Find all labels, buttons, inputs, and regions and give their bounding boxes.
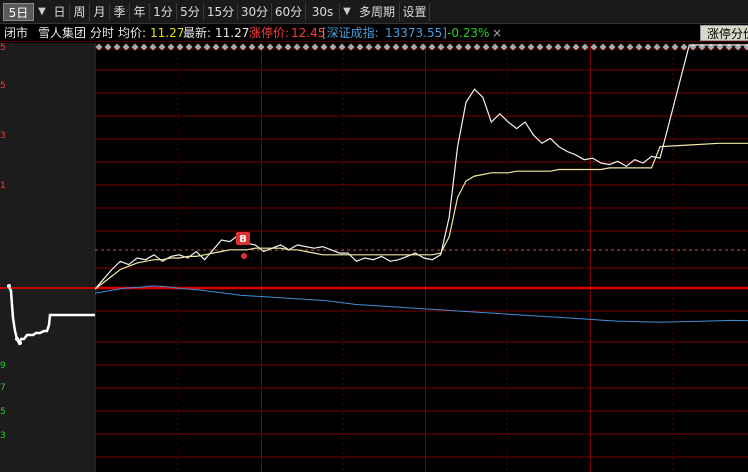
intraday-chart-svg: B — [94, 43, 748, 472]
avg-price-line — [94, 142, 748, 290]
period-toolbar: 5日 ▼ 日 周 月 季 年 1分 5分 15分 30分 60分 30s ▼ 多… — [0, 0, 748, 24]
previous-session-chart — [0, 284, 95, 346]
period-30s-button[interactable]: 30s — [306, 3, 340, 21]
period-15min-button[interactable]: 15分 — [204, 3, 238, 21]
chevron-down-icon[interactable]: ▼ — [36, 3, 48, 21]
index-line — [94, 285, 748, 323]
previous-session-panel — [0, 43, 95, 472]
period-quarter-button[interactable]: 季 — [110, 3, 130, 21]
avg-price-label: 均价: — [118, 26, 147, 40]
market-status: 闭市 — [4, 26, 29, 40]
index-label: [深证成指: — [322, 26, 379, 40]
left-axis-tick: 3 — [0, 131, 6, 141]
intraday-chart[interactable]: B — [94, 43, 748, 472]
buy-marker-dot — [241, 253, 247, 259]
period-1min-button[interactable]: 1分 — [150, 3, 177, 21]
left-axis-tick: 9 — [0, 361, 6, 371]
settings-button[interactable]: 设置 — [400, 3, 430, 21]
left-axis-tick: 5 — [0, 81, 6, 91]
left-axis-tick: 7 — [0, 383, 6, 393]
price-line — [94, 44, 748, 290]
period-year-button[interactable]: 年 — [130, 3, 150, 21]
left-axis-tick: 5 — [0, 43, 6, 53]
buy-marker-label: B — [239, 234, 247, 245]
period-5day-button[interactable]: 5日 — [3, 3, 34, 21]
period-day-button[interactable]: 日 — [50, 3, 70, 21]
limit-price-value: 12.45 — [291, 26, 326, 40]
chevron-down-icon[interactable]: ▼ — [341, 3, 353, 21]
left-axis-tick: 1 — [0, 181, 6, 191]
left-axis-tick: 3 — [0, 431, 6, 441]
period-month-button[interactable]: 月 — [90, 3, 110, 21]
period-5min-button[interactable]: 5分 — [177, 3, 204, 21]
left-axis-tick: 5 — [0, 407, 6, 417]
index-value: 13373.55] — [385, 26, 447, 40]
multi-period-button[interactable]: 多周期 — [355, 3, 400, 21]
latest-price-label: 最新: — [183, 26, 212, 40]
stock-name: 雪人集团 — [38, 26, 87, 40]
latest-price-value: 11.27 — [215, 26, 250, 40]
close-icon[interactable]: × — [492, 26, 502, 40]
previous-session-price-line — [6, 284, 95, 346]
quote-info-bar: 闭市 雪人集团 分时 均价: 11.27 最新: 11.27 涨停价: 12.4… — [0, 24, 748, 42]
period-60min-button[interactable]: 60分 — [272, 3, 306, 21]
index-change: -0.23% — [447, 26, 490, 40]
left-axis-labels: 5 5 3 1 9 7 5 3 — [0, 43, 6, 472]
limit-price-label: 涨停价: — [249, 26, 290, 40]
period-30min-button[interactable]: 30分 — [238, 3, 272, 21]
period-week-button[interactable]: 周 — [70, 3, 90, 21]
limit-distribution-button[interactable]: 涨停分价 — [700, 25, 748, 41]
chart-mode: 分时 — [90, 26, 115, 40]
avg-price-value: 11.27 — [150, 26, 185, 40]
